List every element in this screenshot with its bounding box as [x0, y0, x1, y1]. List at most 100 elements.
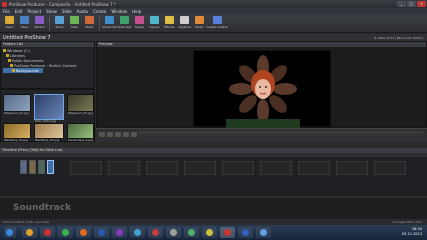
folder-item[interactable]: ProShow Producer - Built-in Content — [3, 63, 92, 68]
drive-icon — [3, 49, 6, 52]
taskbar-app[interactable] — [148, 227, 163, 238]
app-icon — [260, 229, 267, 236]
toolbar-effects-button[interactable]: Effects — [162, 15, 177, 32]
app-icon — [242, 229, 249, 236]
timeline-slide[interactable] — [29, 160, 36, 174]
taskbar-app[interactable] — [256, 227, 271, 238]
show-options-icon — [105, 16, 114, 24]
taskbar-app[interactable] — [130, 227, 145, 238]
toolbar-create-output-button[interactable]: Create Output — [206, 15, 228, 32]
timeline-slide[interactable] — [38, 160, 45, 174]
taskbar-app[interactable] — [76, 227, 91, 238]
minimize-button[interactable]: _ — [397, 1, 406, 7]
show-stats: 4 slides (0:11) [No Audio Tracks] — [374, 35, 423, 40]
menu-file[interactable]: File — [3, 9, 10, 14]
toolbar-styles-button[interactable]: Styles — [132, 15, 147, 32]
taskbar-app-active[interactable] — [220, 227, 235, 238]
effects-icon — [165, 16, 174, 24]
taskbar-app[interactable] — [22, 227, 37, 238]
previous-icon[interactable] — [115, 132, 121, 137]
folder-icon — [8, 59, 11, 62]
app-icon — [134, 229, 141, 236]
empty-slide-slot[interactable] — [260, 161, 292, 175]
soundtrack-area[interactable]: Soundtrack — [0, 197, 427, 219]
taskbar-app[interactable] — [112, 227, 127, 238]
folder-icon — [10, 64, 13, 67]
thumbnail-selected[interactable]: DSC_0001.jpg — [34, 94, 64, 123]
taskbar-app[interactable] — [166, 227, 181, 238]
menu-edit[interactable]: Edit — [15, 9, 23, 14]
toolbar-show-button[interactable]: Show — [52, 15, 67, 32]
taskbar-app[interactable] — [184, 227, 199, 238]
empty-slide-slot[interactable] — [336, 161, 368, 175]
play-icon[interactable] — [99, 132, 105, 137]
empty-slide-slot[interactable] — [374, 161, 406, 175]
empty-slide-slot[interactable] — [184, 161, 216, 175]
start-button[interactable] — [4, 227, 16, 238]
menu-show[interactable]: Show — [46, 9, 57, 14]
toolbar-separator — [49, 17, 50, 31]
show-icon — [55, 16, 64, 24]
soundtrack-label: Soundtrack — [13, 203, 72, 213]
toolbar-save-button[interactable]: Save — [17, 15, 32, 32]
timeline-slide[interactable] — [20, 160, 27, 174]
firefox-icon — [80, 229, 87, 236]
thumbnail[interactable]: Landscape_1.jpg — [67, 123, 94, 142]
thumbnail[interactable]: Wedding_02.jpg — [34, 123, 64, 142]
folders-panel: Folders List Windows (C:) Libraries Publ… — [0, 41, 95, 89]
taskbar-app[interactable] — [58, 227, 73, 238]
toolbar-show-options-button[interactable]: Show Opt — [102, 15, 117, 32]
timeline-ruler[interactable] — [0, 153, 427, 157]
preview-scrubber[interactable] — [138, 131, 423, 134]
toolbar: Open Save Wizard Show Slide Music Show O… — [0, 15, 427, 33]
empty-slide-slot[interactable] — [298, 161, 330, 175]
preview-header: Preview — [97, 42, 426, 47]
menu-create[interactable]: Create — [93, 9, 106, 14]
menu-window[interactable]: Window — [111, 9, 127, 14]
empty-slide-slot[interactable] — [146, 161, 178, 175]
preview-video — [193, 50, 331, 128]
timeline-slide-selected[interactable] — [47, 160, 54, 174]
toolbar-captions-button[interactable]: Captions — [177, 15, 192, 32]
empty-slide-slot[interactable] — [70, 161, 102, 175]
preview-image — [226, 55, 300, 128]
menu-slide[interactable]: Slide — [62, 9, 72, 14]
output-icon — [212, 16, 222, 24]
maximize-button[interactable]: □ — [407, 1, 416, 7]
music-icon — [85, 16, 94, 24]
taskbar-app[interactable] — [238, 227, 253, 238]
app-icon — [116, 229, 123, 236]
folder-item-selected[interactable]: Backgrounds — [3, 68, 43, 73]
thumbnail[interactable]: Weekend_01.jpg — [3, 94, 31, 115]
thumbnail[interactable]: Weekend_03.jpg — [67, 94, 94, 115]
empty-slide-slot[interactable] — [108, 161, 140, 175]
taskbar: 18:34 03.11.2013 — [0, 225, 427, 240]
empty-slide-slot[interactable] — [222, 161, 254, 175]
title-bar: ProShow Producer - Composite - Untitled … — [0, 0, 427, 8]
taskbar-app[interactable] — [202, 227, 217, 238]
clock[interactable]: 18:34 03.11.2013 — [402, 227, 422, 237]
stop-icon[interactable] — [107, 132, 113, 137]
toolbar-wizard-button[interactable]: Wizard — [32, 15, 47, 32]
toolbar-open-button[interactable]: Open — [2, 15, 17, 32]
taskbar-app[interactable] — [40, 227, 55, 238]
menu-project[interactable]: Project — [27, 9, 41, 14]
app-icon — [152, 229, 159, 236]
toolbar-slide-button[interactable]: Slide — [67, 15, 82, 32]
toolbar-music-button[interactable]: Music — [82, 15, 97, 32]
wizard-icon — [35, 16, 44, 24]
app-icon — [2, 1, 7, 7]
menu-help[interactable]: Help — [132, 9, 141, 14]
clock-date: 03.11.2013 — [401, 232, 422, 236]
toolbar-layers-button[interactable]: Layers — [147, 15, 162, 32]
thumbnail[interactable]: Wedding_01.jpg — [3, 123, 31, 142]
menu-audio[interactable]: Audio — [77, 9, 88, 14]
toolbar-music2-button[interactable]: Music — [192, 15, 207, 32]
window-title: ProShow Producer - Composite - Untitled … — [9, 1, 116, 7]
taskbar-app[interactable] — [94, 227, 109, 238]
close-button[interactable]: ✕ — [417, 1, 426, 7]
folder-icon — [12, 69, 15, 72]
fullscreen-icon[interactable] — [131, 132, 137, 137]
next-icon[interactable] — [123, 132, 129, 137]
toolbar-slide-options-button[interactable]: Slide Opt — [117, 15, 132, 32]
